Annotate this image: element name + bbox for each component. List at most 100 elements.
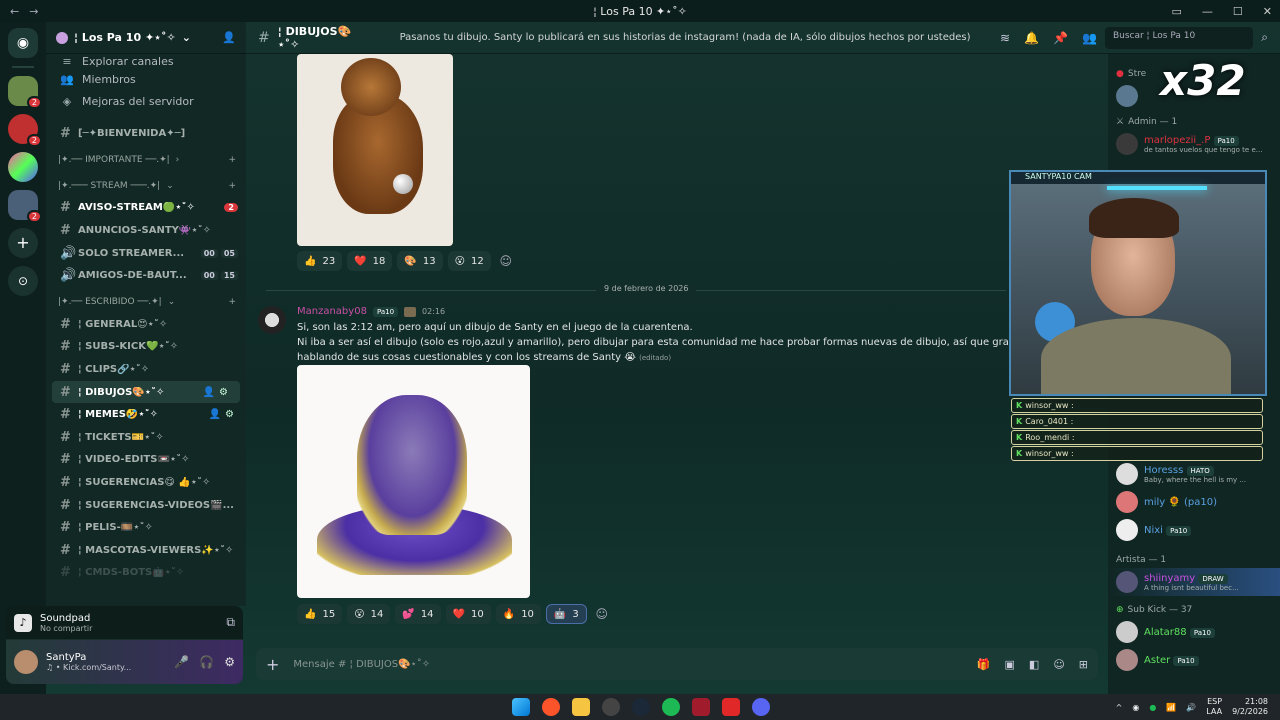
member-aster[interactable]: Aster Pa10	[1108, 646, 1280, 674]
channel-subs-kick[interactable]: # ¦ SUBS-KICK💚⋆˚✧	[46, 336, 246, 359]
pin-icon[interactable]: 📌	[1053, 31, 1068, 45]
steam-icon[interactable]	[632, 698, 650, 716]
clock[interactable]: 21:08 9/2/2026	[1232, 697, 1268, 717]
discord-icon[interactable]	[752, 698, 770, 716]
channel-settings-icon[interactable]: 👤⚙	[209, 409, 238, 420]
message-author[interactable]: Manzanaby08	[297, 306, 367, 317]
discord-home-icon[interactable]: ◉	[8, 28, 38, 58]
channel-clips[interactable]: # ¦ CLIPS🔗⋆˚✧	[46, 358, 246, 381]
channel-general[interactable]: # ¦ GENERAL😍⋆˚✧	[46, 313, 246, 336]
server-icon-4[interactable]: 2	[8, 190, 42, 223]
reaction-heart[interactable]: ❤️ 18	[347, 251, 393, 271]
member-alatar[interactable]: Alatar88 Pa10	[1108, 618, 1280, 646]
server-icon-2[interactable]: 2	[8, 114, 42, 147]
channel-bienvenida[interactable]: # [─✦BIENVENIDA✦─]	[46, 122, 246, 145]
reaction-art[interactable]: 🎨 13	[397, 251, 443, 271]
apps-icon[interactable]: ⊞	[1079, 658, 1088, 671]
hazmat-drawing-image[interactable]	[297, 365, 530, 598]
message-input[interactable]: Mensaje # ¦ DIBUJOS🎨⋆˚✧	[293, 659, 962, 670]
add-server-icon[interactable]: +	[8, 228, 38, 258]
tray-chevron-icon[interactable]: ^	[1116, 703, 1123, 712]
gear-icon[interactable]: ⚙	[224, 655, 235, 669]
search-input[interactable]: Buscar ¦ Los Pa 10	[1104, 26, 1254, 49]
members-toggle-icon[interactable]: 👥	[1082, 31, 1097, 45]
explore-icon[interactable]: ⊙	[8, 266, 38, 296]
add-member-icon[interactable]: 👤	[222, 31, 236, 44]
add-reaction-icon[interactable]: ☺	[592, 604, 612, 624]
minimize-icon[interactable]: —	[1202, 5, 1213, 18]
add-channel-icon[interactable]: +	[228, 297, 236, 307]
voice-channel-amigos[interactable]: 🔊 AMIGOS-DE-BAUT... 00 15	[46, 264, 246, 287]
screen-share-icon[interactable]: ⧉	[226, 615, 235, 630]
channel-tickets[interactable]: # ¦ TICKETS🎫⋆˚✧	[46, 426, 246, 449]
inbox-icon[interactable]: ▭	[1172, 5, 1182, 18]
close-icon[interactable]: ✕	[1263, 5, 1272, 18]
soundpad-activity[interactable]: ♪ Soundpad No compartir ⧉	[6, 606, 243, 640]
headphones-icon[interactable]: 🎧	[199, 655, 214, 669]
channel-anuncios-santy[interactable]: # ANUNCIOS-SANTY👾⋆˚✧	[46, 219, 246, 242]
reaction-wow[interactable]: 😮 14	[347, 604, 391, 624]
server-icon-1[interactable]: 2	[8, 76, 42, 109]
reaction-fire[interactable]: 🔥 10	[495, 604, 541, 624]
channel-aviso-stream[interactable]: # AVISO-STREAM🟢⋆˚✧ 2	[46, 197, 246, 220]
reaction-bot[interactable]: 🤖 3	[545, 604, 587, 624]
reaction-thumbs-up[interactable]: 👍 15	[297, 604, 343, 624]
plus-icon[interactable]: +	[266, 655, 279, 674]
emoji-icon[interactable]: ☺	[1053, 658, 1064, 671]
channel-pelis[interactable]: # ¦ PELIS-🎞️⋆˚✧	[46, 516, 246, 539]
search-icon[interactable]: ⌕	[1261, 30, 1268, 45]
member-nixi[interactable]: Nixi Pa10	[1108, 516, 1280, 544]
threads-icon[interactable]: ≋	[1000, 31, 1010, 45]
channel-sugerencias-videos[interactable]: # ¦ SUGERENCIAS-VIDEOS🎬...	[46, 494, 246, 517]
obs-icon[interactable]	[602, 698, 620, 716]
sticker-icon[interactable]: ◧	[1029, 658, 1039, 671]
reaction-hearts[interactable]: 💕 14	[395, 604, 441, 624]
members-link[interactable]: 👥 Miembros	[46, 68, 246, 90]
channel-sugerencias[interactable]: # ¦ SUGERENCIAS😋 👍⋆˚✧	[46, 471, 246, 494]
channel-video-edits[interactable]: # ¦ VIDEO-EDITS📼⋆˚✧	[46, 449, 246, 472]
tray-discord-icon[interactable]: ◉	[1132, 703, 1139, 712]
member-shiinyamy[interactable]: shiinyamy DRAW A thing isnt beautiful be…	[1108, 568, 1280, 596]
gift-icon[interactable]: 🎁	[977, 658, 991, 671]
dachshund-drawing-image[interactable]	[297, 54, 453, 246]
add-reaction-icon[interactable]: ☺	[496, 251, 516, 271]
bell-icon[interactable]: 🔔	[1024, 31, 1039, 45]
channel-settings-icon[interactable]: 👤⚙	[203, 387, 232, 398]
channel-mascotas-viewers[interactable]: # ¦ MASCOTAS-VIEWERS✨⋆˚✧	[46, 539, 246, 562]
avatar[interactable]	[258, 306, 286, 334]
file-explorer-icon[interactable]	[572, 698, 590, 716]
reaction-thumbs-up[interactable]: 👍 23	[297, 251, 343, 271]
maximize-icon[interactable]: ☐	[1233, 5, 1243, 18]
windows-start-icon[interactable]	[512, 698, 530, 716]
spotify-icon[interactable]	[662, 698, 680, 716]
server-header[interactable]: ¦ Los Pa 10 ✦⋆˚✧ ⌄ 👤	[46, 22, 246, 54]
video-editor-icon[interactable]	[692, 698, 710, 716]
voice-channel-solo-streamer[interactable]: 🔊 SOLO STREAMER... 00 05	[46, 242, 246, 265]
server-boosts-link[interactable]: ◈ Mejoras del servidor	[46, 90, 246, 112]
wifi-icon[interactable]: 📶	[1166, 703, 1176, 712]
category-escribido[interactable]: |✦.── ESCRIBIDO ──.✦| ⌄ +	[46, 291, 246, 313]
channel-dibujos[interactable]: # ¦ DIBUJOS🎨⋆˚✧ 👤⚙	[52, 380, 240, 404]
microphone-icon[interactable]: 🎤	[174, 655, 189, 669]
user-info[interactable]: SantyPa ♫ • Kick.com/Santy... 🎤 🎧 ⚙	[6, 640, 243, 684]
reaction-wow[interactable]: 😮 12	[447, 251, 491, 271]
reaction-heart[interactable]: ❤️ 10	[445, 604, 491, 624]
explore-channels[interactable]: ≡ Explorar canales	[46, 54, 246, 68]
language-indicator[interactable]: ESP LAA	[1206, 697, 1222, 717]
volume-icon[interactable]: 🔊	[1186, 703, 1196, 712]
add-channel-icon[interactable]: +	[228, 181, 236, 191]
brave-browser-icon[interactable]	[542, 698, 560, 716]
avatar[interactable]	[14, 650, 38, 674]
gif-icon[interactable]: ▣	[1005, 658, 1015, 671]
member-admin[interactable]: marlopezii_.P Pa10 de tantos vuelos que …	[1108, 130, 1280, 158]
channel-cmds-bots[interactable]: # ¦ CMDS-BOTS🤖⋆˚✧	[46, 562, 246, 585]
tray-spotify-icon[interactable]: ●	[1149, 703, 1156, 712]
guild-tag[interactable]: Pa10	[372, 306, 399, 317]
add-channel-icon[interactable]: +	[228, 155, 236, 165]
category-importante[interactable]: |✦.── IMPORTANTE ──.✦| › +	[46, 149, 246, 171]
member-mily[interactable]: mily 🌻 (pa10)	[1108, 488, 1280, 516]
channel-memes[interactable]: # ¦ MEMES🤣⋆˚✧ 👤⚙	[46, 403, 246, 426]
category-stream[interactable]: |✦.─── STREAM ───.✦| ⌄ +	[46, 175, 246, 197]
youtube-icon[interactable]	[722, 698, 740, 716]
channel-topic[interactable]: Pasanos tu dibujo. Santy lo publicará en…	[400, 32, 992, 43]
